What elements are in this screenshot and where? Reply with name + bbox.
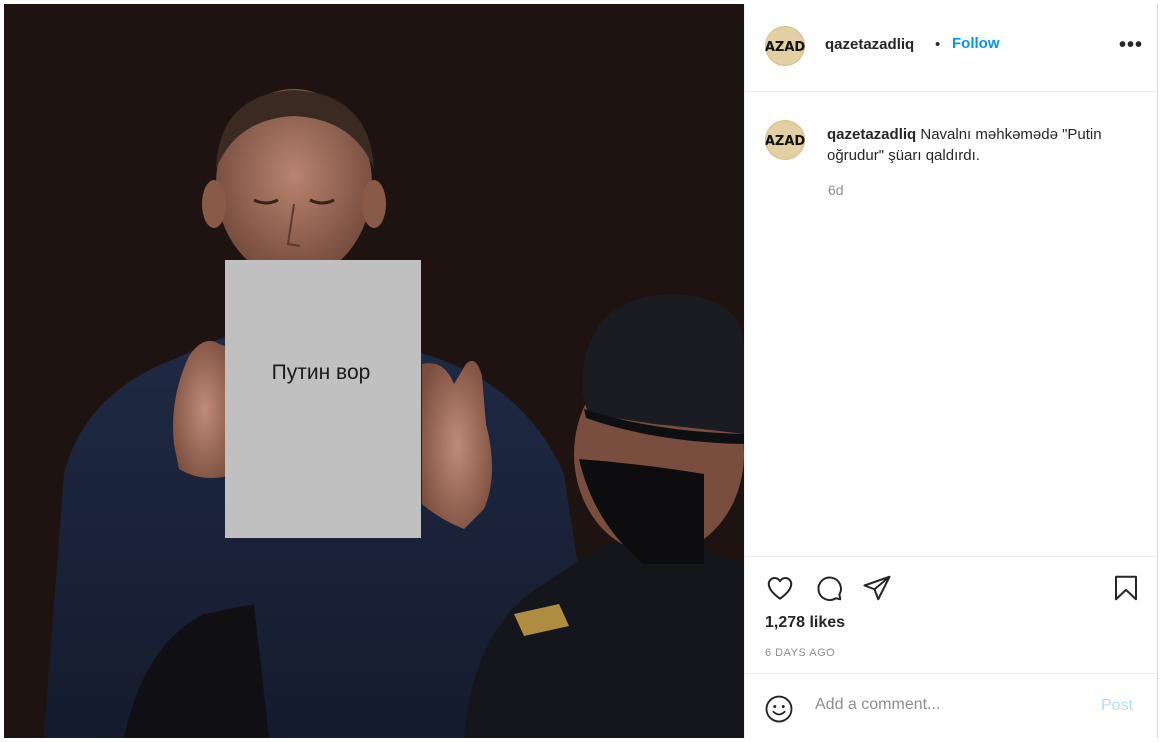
comment-bar: Post xyxy=(745,673,1157,738)
post-side-panel: AZAD qazetazadliq • Follow ••• AZAD qaze… xyxy=(744,4,1158,738)
follow-button[interactable]: Follow xyxy=(952,35,1000,52)
emoji-icon[interactable] xyxy=(764,694,794,729)
post-header: AZAD qazetazadliq • Follow ••• xyxy=(745,4,1157,92)
sign-text: Путин вор xyxy=(272,361,371,384)
likes-count[interactable]: 1,278 likes xyxy=(765,614,845,632)
svg-text:AZAD: AZAD xyxy=(765,134,805,149)
username-link[interactable]: qazetazadliq xyxy=(825,36,914,53)
post-photo[interactable]: Путин вор xyxy=(4,4,744,738)
more-icon[interactable]: ••• xyxy=(1119,34,1143,57)
share-icon[interactable] xyxy=(862,573,892,603)
separator-dot: • xyxy=(935,36,941,53)
avatar[interactable]: AZAD xyxy=(765,26,805,66)
post-comment-button[interactable]: Post xyxy=(1101,697,1133,715)
bookmark-icon[interactable] xyxy=(1111,573,1141,603)
comment-icon[interactable] xyxy=(814,573,844,603)
caption-text: qazetazadliq Navalnı məhkəmədə "Putin oğ… xyxy=(827,124,1132,166)
post-time-ago[interactable]: 6 DAYS AGO xyxy=(765,647,835,659)
heart-icon[interactable] xyxy=(765,573,795,603)
caption-time[interactable]: 6d xyxy=(828,182,844,198)
caption-avatar[interactable]: AZAD xyxy=(765,120,805,160)
caption-username[interactable]: qazetazadliq xyxy=(827,126,916,143)
comment-input[interactable] xyxy=(815,693,1085,717)
svg-text:AZAD: AZAD xyxy=(765,40,805,55)
